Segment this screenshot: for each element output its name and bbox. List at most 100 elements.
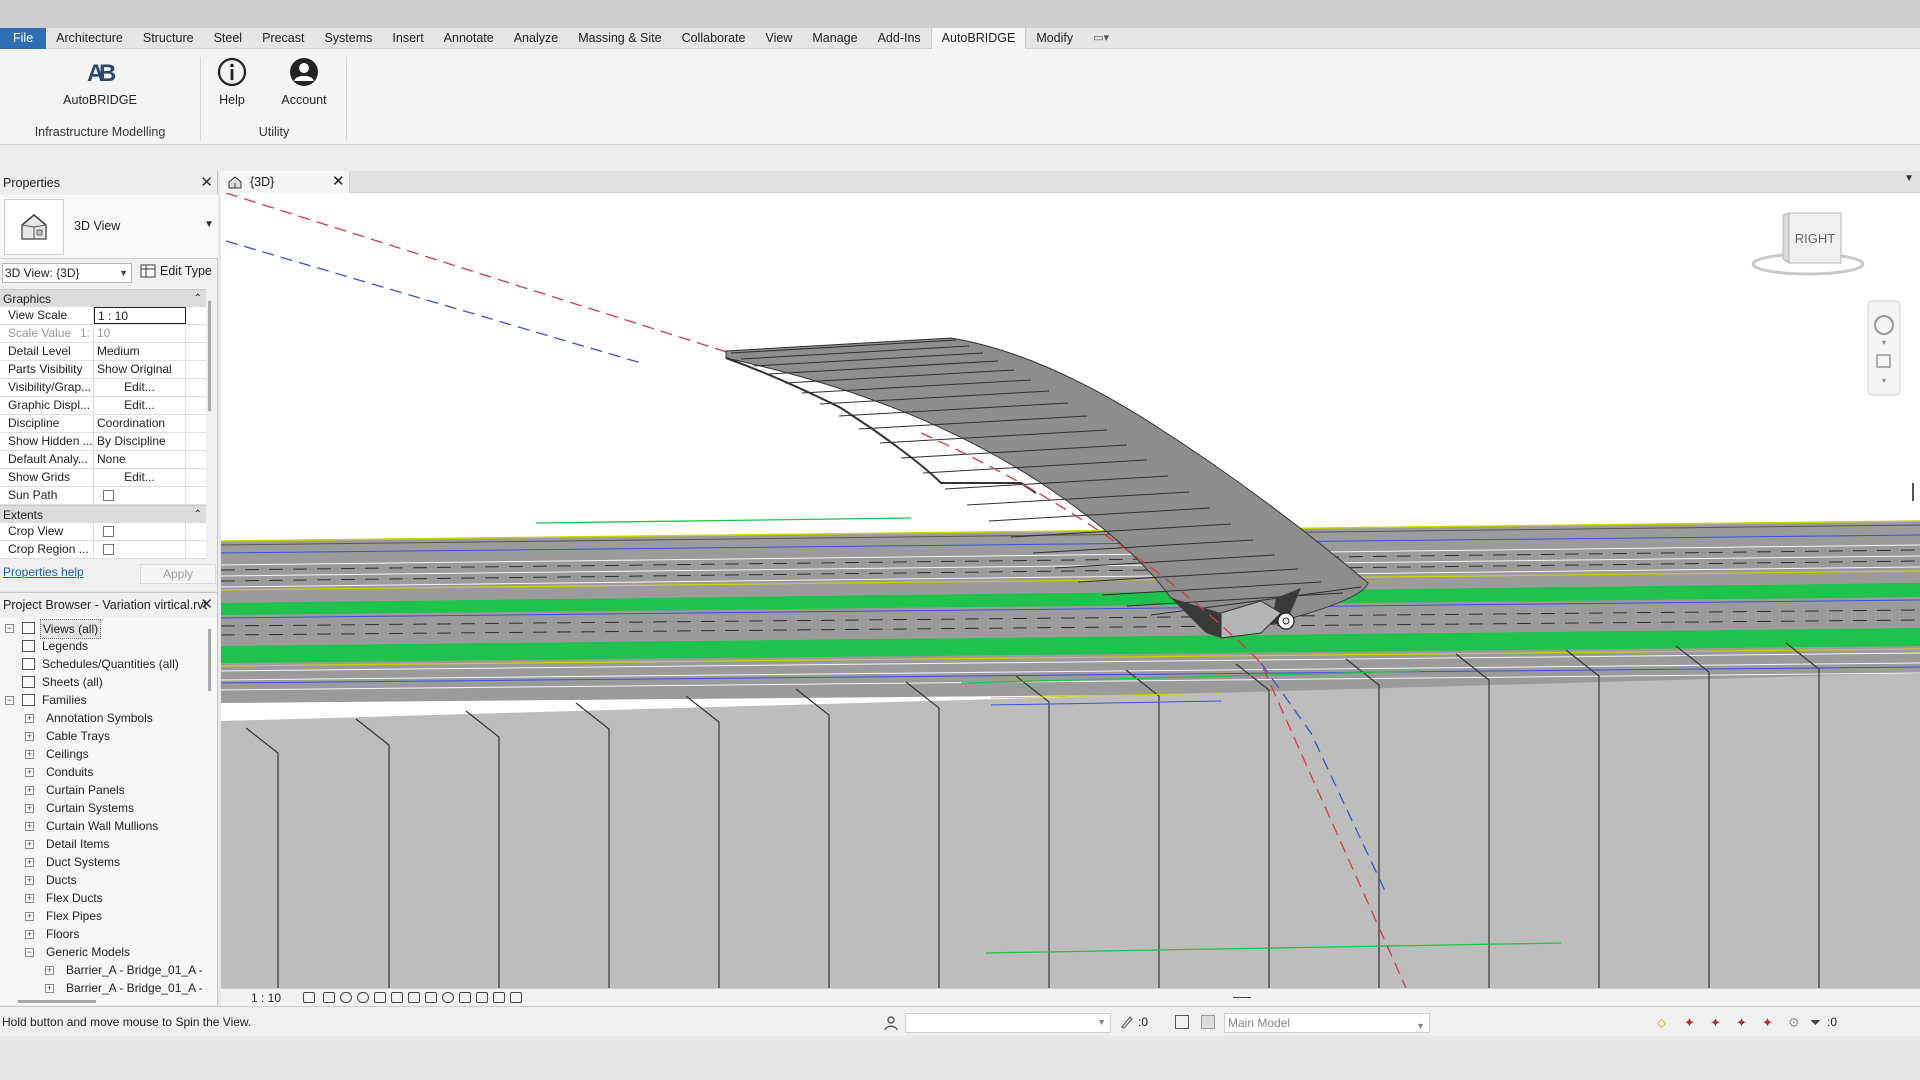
show-crop-region-icon[interactable] — [408, 992, 420, 1003]
editable-only-icon[interactable] — [1120, 1015, 1134, 1029]
tree-node-detail-items[interactable]: + Detail Items — [0, 835, 210, 853]
expand-toggle-icon[interactable]: + — [25, 894, 34, 903]
tree-node-views[interactable]: − Views (all) — [0, 619, 210, 639]
tab-annotate[interactable]: Annotate — [434, 28, 504, 49]
navigation-bar[interactable]: ▾ ▾ — [1867, 300, 1901, 396]
tab-manage[interactable]: Manage — [802, 28, 867, 49]
group-graphics[interactable]: Graphics ⌃ — [0, 289, 206, 307]
expand-toggle-icon[interactable]: + — [25, 768, 34, 777]
chevron-down-icon[interactable]: ▾ — [1882, 338, 1886, 347]
apply-button[interactable]: Apply — [140, 564, 216, 584]
chevron-down-icon[interactable]: ▼ — [1904, 173, 1914, 184]
sun-path-checkbox[interactable] — [103, 490, 114, 501]
help-button[interactable]: Help — [212, 55, 252, 107]
expand-toggle-icon[interactable]: + — [25, 912, 34, 921]
browser-scrollbar[interactable] — [208, 629, 211, 691]
parts-visibility-field[interactable]: Show Original — [94, 361, 186, 378]
tree-node-conduits[interactable]: + Conduits — [0, 763, 210, 781]
view-scale-control[interactable]: 1 : 10 — [251, 991, 281, 1005]
tree-node-curtain-systems[interactable]: + Curtain Systems — [0, 799, 210, 817]
tab-structure[interactable]: Structure — [133, 28, 204, 49]
expand-toggle-icon[interactable]: + — [25, 714, 34, 723]
tree-node-barrier[interactable]: + Barrier_A - Bridge_01_A - — [0, 979, 210, 997]
tree-node-ducts[interactable]: + Ducts — [0, 871, 210, 889]
viewcube-side[interactable] — [1782, 212, 1790, 264]
tree-node-legends[interactable]: Legends — [0, 637, 210, 655]
graphic-display-edit-button[interactable]: Edit... — [94, 397, 186, 414]
collapse-icon[interactable]: ⌃ — [194, 290, 202, 308]
tree-node-families[interactable]: − Families — [0, 691, 210, 709]
expand-toggle-icon[interactable]: + — [25, 804, 34, 813]
detail-level-field[interactable]: Medium — [94, 343, 186, 360]
select-pinned-icon[interactable]: ✦ — [1710, 1015, 1721, 1031]
tab-autobridge[interactable]: AutoBRIDGE — [930, 27, 1027, 49]
tree-node-duct-systems[interactable]: + Duct Systems — [0, 853, 210, 871]
design-options-icon[interactable] — [1175, 1015, 1189, 1029]
expand-toggle-icon[interactable]: + — [25, 858, 34, 867]
close-icon[interactable]: ✕ — [200, 171, 213, 195]
edit-type-button[interactable]: Edit Type — [140, 264, 212, 278]
tab-systems[interactable]: Systems — [314, 28, 382, 49]
tab-add-ins[interactable]: Add-Ins — [868, 28, 931, 49]
workset-select[interactable]: ▼ — [905, 1013, 1111, 1033]
expand-toggle-icon[interactable]: + — [25, 822, 34, 831]
tree-node-ceilings[interactable]: + Ceilings — [0, 745, 210, 763]
account-button[interactable]: Account — [276, 55, 332, 107]
tab-modify[interactable]: Modify — [1026, 28, 1083, 49]
chevron-down-icon[interactable]: ▾ — [1882, 376, 1886, 385]
temporary-view-properties-icon[interactable] — [476, 992, 488, 1003]
tree-node-barrier[interactable]: + Barrier_A - Bridge_01_A - — [0, 961, 210, 979]
view-scale-field[interactable]: 1 : 10 — [94, 307, 186, 324]
tree-node-flex-pipes[interactable]: + Flex Pipes — [0, 907, 210, 925]
properties-help-link[interactable]: Properties help — [3, 565, 84, 579]
browser-hscrollbar[interactable] — [18, 1000, 96, 1003]
unlock-view-icon[interactable] — [425, 992, 437, 1003]
drag-elements-icon[interactable]: ✦ — [1762, 1015, 1773, 1031]
select-links-icon[interactable]: ⬦ — [1657, 1015, 1666, 1031]
collapse-toggle-icon[interactable]: − — [25, 948, 34, 957]
show-hidden-field[interactable]: By Discipline — [94, 433, 186, 450]
tab-architecture[interactable]: Architecture — [46, 28, 133, 49]
tab-view[interactable]: View — [756, 28, 803, 49]
tree-node-cable-trays[interactable]: + Cable Trays — [0, 727, 210, 745]
expand-toggle-icon[interactable]: + — [45, 966, 54, 975]
tab-steel[interactable]: Steel — [204, 28, 253, 49]
close-icon[interactable]: ✕ — [200, 593, 213, 617]
viewcube[interactable]: RIGHT — [1751, 212, 1865, 276]
expand-toggle-icon[interactable]: + — [25, 732, 34, 741]
collapse-toggle-icon[interactable]: − — [5, 624, 14, 633]
visibility-graphics-edit-button[interactable]: Edit... — [94, 379, 186, 396]
tree-node-floors[interactable]: + Floors — [0, 925, 210, 943]
crop-view-icon[interactable] — [391, 992, 403, 1003]
collapse-toggle-icon[interactable]: − — [5, 696, 14, 705]
select-by-face-icon[interactable]: ✦ — [1736, 1015, 1747, 1031]
crop-region-checkbox[interactable] — [103, 544, 114, 555]
tree-node-curtain-wall-mullions[interactable]: + Curtain Wall Mullions — [0, 817, 210, 835]
select-underlay-icon[interactable]: ✦ — [1684, 1015, 1695, 1031]
tree-node-flex-ducts[interactable]: + Flex Ducts — [0, 889, 210, 907]
default-analysis-field[interactable]: None — [94, 451, 186, 468]
sun-path-icon[interactable] — [340, 992, 352, 1003]
tree-node-sheets[interactable]: Sheets (all) — [0, 673, 210, 691]
tree-node-generic-models[interactable]: − Generic Models — [0, 943, 210, 961]
close-icon[interactable]: ✕ — [332, 171, 345, 193]
design-option-select[interactable]: Main Model ▼ — [1224, 1013, 1430, 1033]
expand-toggle-icon[interactable]: + — [25, 786, 34, 795]
tab-analyze[interactable]: Analyze — [504, 28, 568, 49]
worksets-icon[interactable] — [882, 1014, 900, 1032]
expand-toggle-icon[interactable]: + — [25, 840, 34, 849]
viewport-3d[interactable]: RIGHT ▾ ▾ — [221, 193, 1920, 988]
expand-toggle-icon[interactable]: + — [25, 876, 34, 885]
view-tab-3d[interactable]: {3D} ✕ — [220, 171, 350, 193]
model-scene[interactable]: RIGHT ▾ ▾ — [221, 193, 1920, 988]
exclude-options-icon[interactable] — [1201, 1015, 1215, 1029]
render-icon[interactable] — [374, 992, 386, 1003]
constraints-icon[interactable] — [510, 992, 522, 1003]
chevron-down-icon[interactable]: ▼ — [204, 219, 214, 230]
tab-massing-site[interactable]: Massing & Site — [568, 28, 671, 49]
expand-toggle-icon[interactable]: + — [25, 930, 34, 939]
tree-node-annotation-symbols[interactable]: + Annotation Symbols — [0, 709, 210, 727]
tab-precast[interactable]: Precast — [252, 28, 314, 49]
view-instance-select[interactable]: 3D View: {3D} ▼ — [2, 263, 132, 283]
tree-node-schedules[interactable]: Schedules/Quantities (all) — [0, 655, 210, 673]
